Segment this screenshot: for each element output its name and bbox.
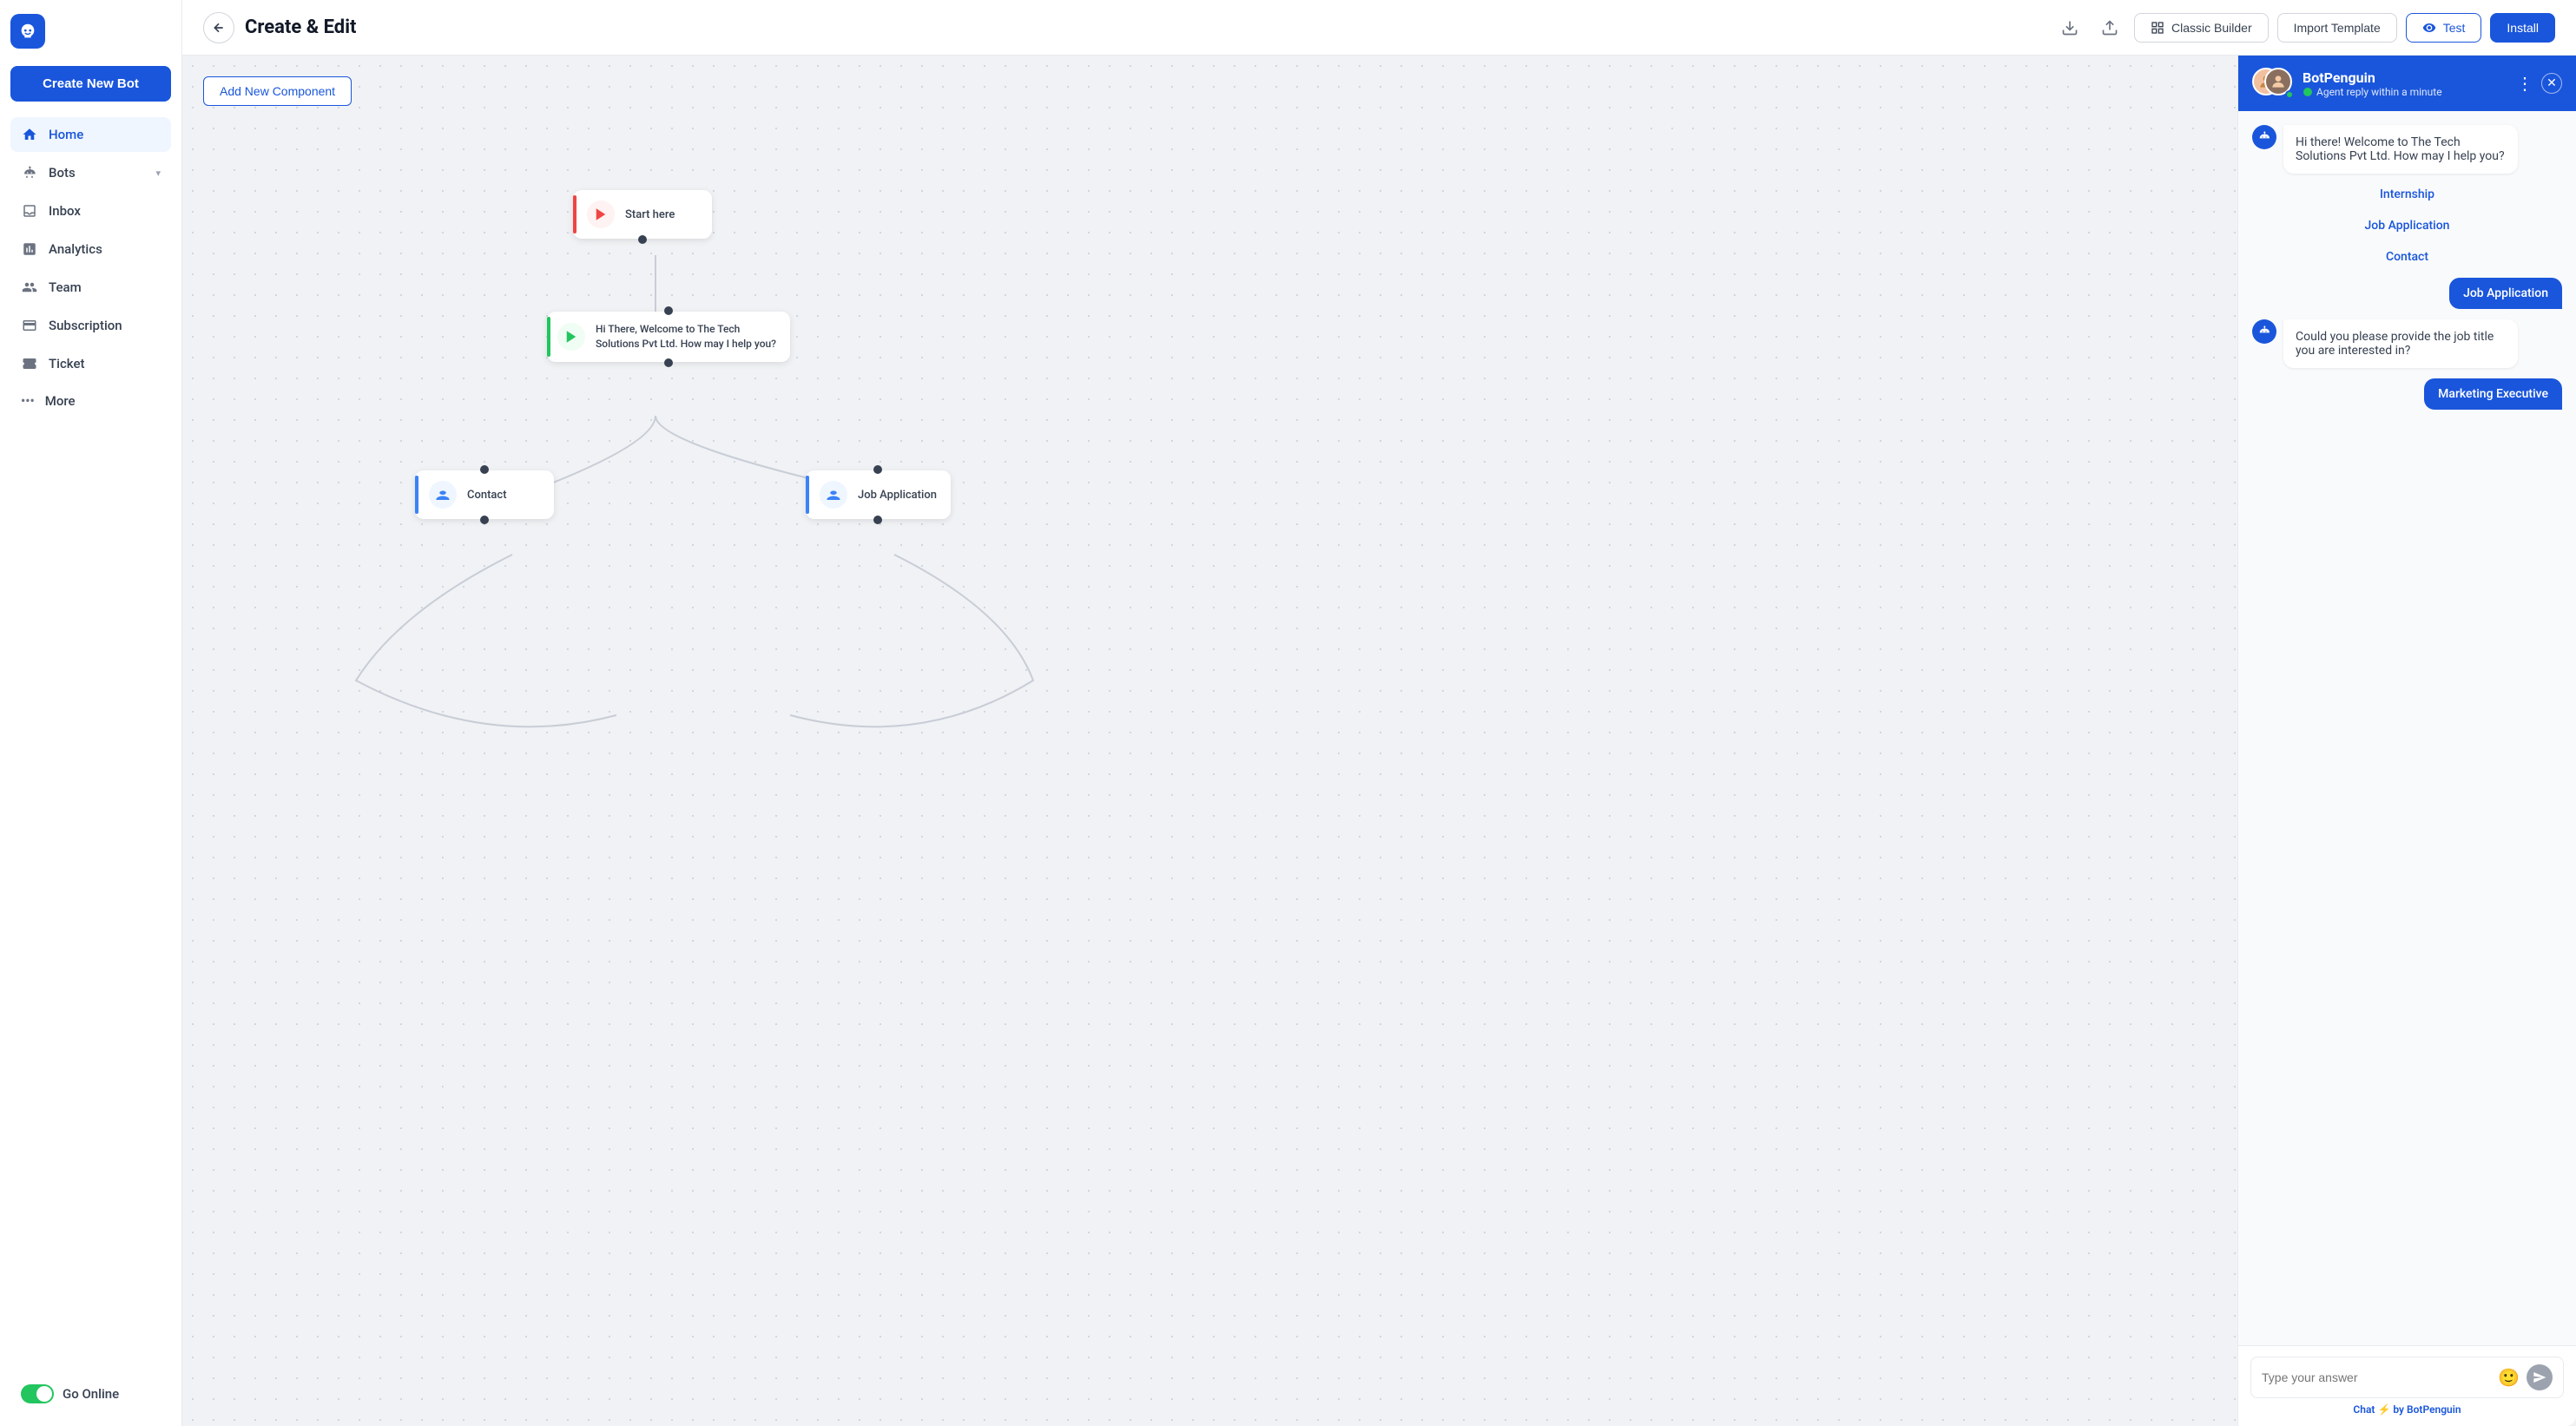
- chat-footer: 🙂 Chat ⚡ by BotPenguin: [2238, 1345, 2576, 1426]
- sidebar-item-home-label: Home: [49, 127, 83, 142]
- bots-icon: [21, 164, 38, 181]
- sidebar-item-subscription[interactable]: Subscription: [10, 308, 171, 343]
- main-area: Create & Edit Classic Builder Import Tem…: [182, 0, 2576, 1426]
- bot-avatar-1: [2252, 125, 2276, 149]
- chat-header-info: BotPenguin Agent reply within a minute: [2303, 69, 2507, 98]
- contact-node[interactable]: Contact: [415, 470, 554, 519]
- user-message-bubble-2: Marketing Executive: [2424, 378, 2562, 410]
- chat-option-job-application[interactable]: Job Application: [2252, 215, 2562, 236]
- install-label: Install: [2507, 21, 2539, 35]
- create-new-bot-button[interactable]: Create New Bot: [10, 66, 171, 102]
- test-button[interactable]: Test: [2406, 13, 2482, 43]
- download-button[interactable]: [2054, 12, 2085, 43]
- test-label: Test: [2443, 21, 2466, 35]
- bot-message-row-1: Hi there! Welcome to The Tech Solutions …: [2252, 125, 2562, 174]
- send-icon[interactable]: [2527, 1364, 2553, 1390]
- sidebar-item-more[interactable]: ••• More: [10, 384, 171, 417]
- analytics-icon: [21, 240, 38, 258]
- team-icon: [21, 279, 38, 296]
- chat-panel: BotPenguin Agent reply within a minute ⋮…: [2237, 56, 2576, 1426]
- upload-button[interactable]: [2094, 12, 2125, 43]
- bots-arrow-icon: ▾: [155, 168, 161, 179]
- home-icon: [21, 126, 38, 143]
- subscription-icon: [21, 317, 38, 334]
- sidebar-item-analytics-label: Analytics: [49, 241, 102, 257]
- bot-message-bubble-2: Could you please provide the job title y…: [2283, 319, 2518, 368]
- chat-body: Hi there! Welcome to The Tech Solutions …: [2238, 111, 2576, 1345]
- sidebar-item-team-label: Team: [49, 279, 82, 295]
- sidebar-item-inbox-label: Inbox: [49, 203, 81, 219]
- emoji-icon[interactable]: 🙂: [2498, 1367, 2520, 1388]
- go-online-row: Go Online: [10, 1376, 171, 1412]
- chat-status: Agent reply within a minute: [2303, 86, 2507, 98]
- sidebar-item-ticket[interactable]: Ticket: [10, 346, 171, 381]
- chat-header-actions: ⋮ ✕: [2516, 73, 2562, 94]
- chat-option-contact[interactable]: Contact: [2252, 246, 2562, 267]
- sidebar-item-inbox[interactable]: Inbox: [10, 194, 171, 228]
- chat-close-icon[interactable]: ✕: [2541, 73, 2562, 94]
- more-icon: •••: [21, 393, 35, 409]
- add-component-button[interactable]: Add New Component: [203, 76, 352, 106]
- sidebar-item-subscription-label: Subscription: [49, 318, 122, 333]
- chat-avatar-group: [2252, 68, 2294, 99]
- user-message-bubble-1: Job Application: [2449, 278, 2562, 309]
- chat-header: BotPenguin Agent reply within a minute ⋮…: [2238, 56, 2576, 111]
- back-button[interactable]: [203, 12, 234, 43]
- sidebar-item-home[interactable]: Home: [10, 117, 171, 152]
- classic-builder-button[interactable]: Classic Builder: [2134, 13, 2269, 43]
- sidebar-logo: [10, 14, 45, 49]
- header: Create & Edit Classic Builder Import Tem…: [182, 0, 2576, 56]
- bot-avatar-2: [2252, 319, 2276, 344]
- user-message-row-2: Marketing Executive: [2252, 378, 2562, 410]
- chat-footer-brand: Chat ⚡ by BotPenguin: [2250, 1403, 2564, 1416]
- header-actions: Classic Builder Import Template Test Ins…: [2054, 12, 2555, 43]
- flow-canvas[interactable]: Add New Component Start here: [182, 56, 2237, 1426]
- lightning-icon: ⚡: [2377, 1403, 2390, 1416]
- sidebar-item-bots[interactable]: Bots ▾: [10, 155, 171, 190]
- sidebar-item-ticket-label: Ticket: [49, 356, 85, 371]
- online-indicator: [2285, 90, 2294, 99]
- sidebar-item-team[interactable]: Team: [10, 270, 171, 305]
- page-title: Create & Edit: [245, 16, 2044, 38]
- chat-bot-name: BotPenguin: [2303, 69, 2507, 86]
- go-online-toggle[interactable]: [21, 1384, 54, 1403]
- sidebar-nav: Home Bots ▾ Inbox Analytics Team: [10, 117, 171, 1376]
- welcome-node-label: Hi There, Welcome to The Tech Solutions …: [596, 322, 776, 352]
- chat-input[interactable]: [2262, 1370, 2491, 1384]
- job-application-node[interactable]: Job Application: [806, 470, 951, 519]
- flow-connections: [182, 56, 2237, 1426]
- sidebar-item-bots-label: Bots: [49, 165, 76, 181]
- sidebar-item-analytics[interactable]: Analytics: [10, 232, 171, 266]
- start-node[interactable]: Start here: [573, 190, 712, 239]
- canvas-wrapper: Add New Component Start here: [182, 56, 2576, 1426]
- ticket-icon: [21, 355, 38, 372]
- chat-option-internship[interactable]: Internship: [2252, 184, 2562, 205]
- contact-node-label: Contact: [467, 489, 507, 502]
- user-message-row-1: Job Application: [2252, 278, 2562, 309]
- import-template-label: Import Template: [2294, 21, 2381, 35]
- welcome-node[interactable]: Hi There, Welcome to The Tech Solutions …: [547, 312, 790, 362]
- classic-builder-label: Classic Builder: [2171, 21, 2252, 35]
- go-online-label: Go Online: [63, 1386, 119, 1402]
- chat-menu-icon[interactable]: ⋮: [2516, 73, 2534, 94]
- install-button[interactable]: Install: [2490, 13, 2555, 43]
- job-application-node-label: Job Application: [858, 489, 937, 502]
- bot-message-bubble-1: Hi there! Welcome to The Tech Solutions …: [2283, 125, 2518, 174]
- chat-input-row: 🙂: [2250, 1357, 2564, 1398]
- sidebar-more-label: More: [45, 393, 76, 409]
- start-node-label: Start here: [625, 208, 675, 221]
- inbox-icon: [21, 202, 38, 220]
- bot-message-row-2: Could you please provide the job title y…: [2252, 319, 2562, 368]
- import-template-button[interactable]: Import Template: [2277, 13, 2397, 43]
- sidebar: Create New Bot Home Bots ▾ Inbox Analyt: [0, 0, 182, 1426]
